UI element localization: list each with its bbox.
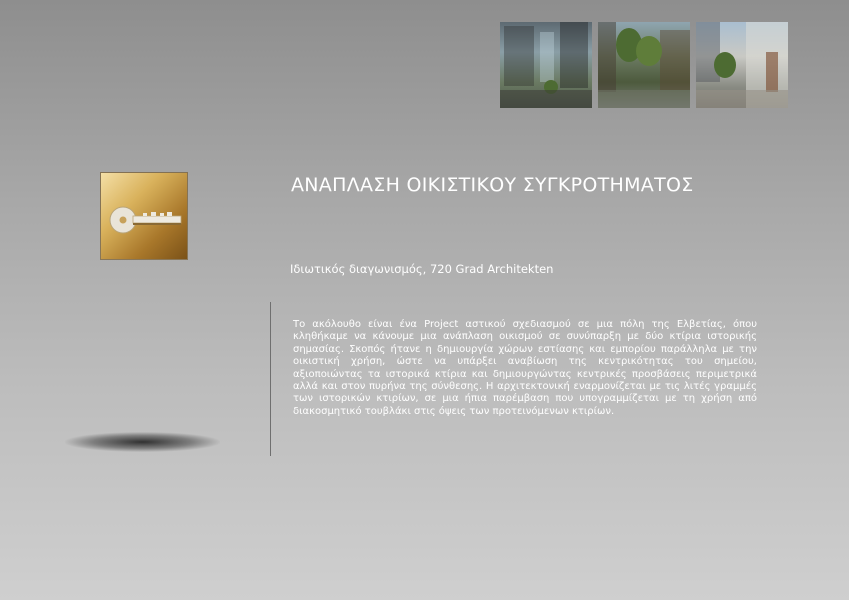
vertical-divider <box>270 302 271 456</box>
project-subtitle: Ιδιωτικός διαγωνισμός, 720 Grad Architek… <box>290 262 554 276</box>
courtyard-trees-render <box>598 22 690 108</box>
render-thumbnails <box>500 22 788 108</box>
shopping-arcade-render <box>500 22 592 108</box>
key-icon-tile <box>101 173 187 259</box>
project-description: Το ακόλουθο είναι ένα Project αστικού σχ… <box>293 319 757 417</box>
portfolio-page: ΑΝΑΠΛΑΣΗ ΟΙΚΙΣΤΙΚΟΥ ΣΥΓΚΡΟΤΗΜΑΤΟΣ Ιδιωτι… <box>0 0 849 600</box>
project-title: ΑΝΑΠΛΑΣΗ ΟΙΚΙΣΤΙΚΟΥ ΣΥΓΚΡΟΤΗΜΑΤΟΣ <box>291 174 694 196</box>
key-icon <box>109 206 182 234</box>
street-facades-render <box>696 22 788 108</box>
floating-shadow <box>65 432 220 452</box>
